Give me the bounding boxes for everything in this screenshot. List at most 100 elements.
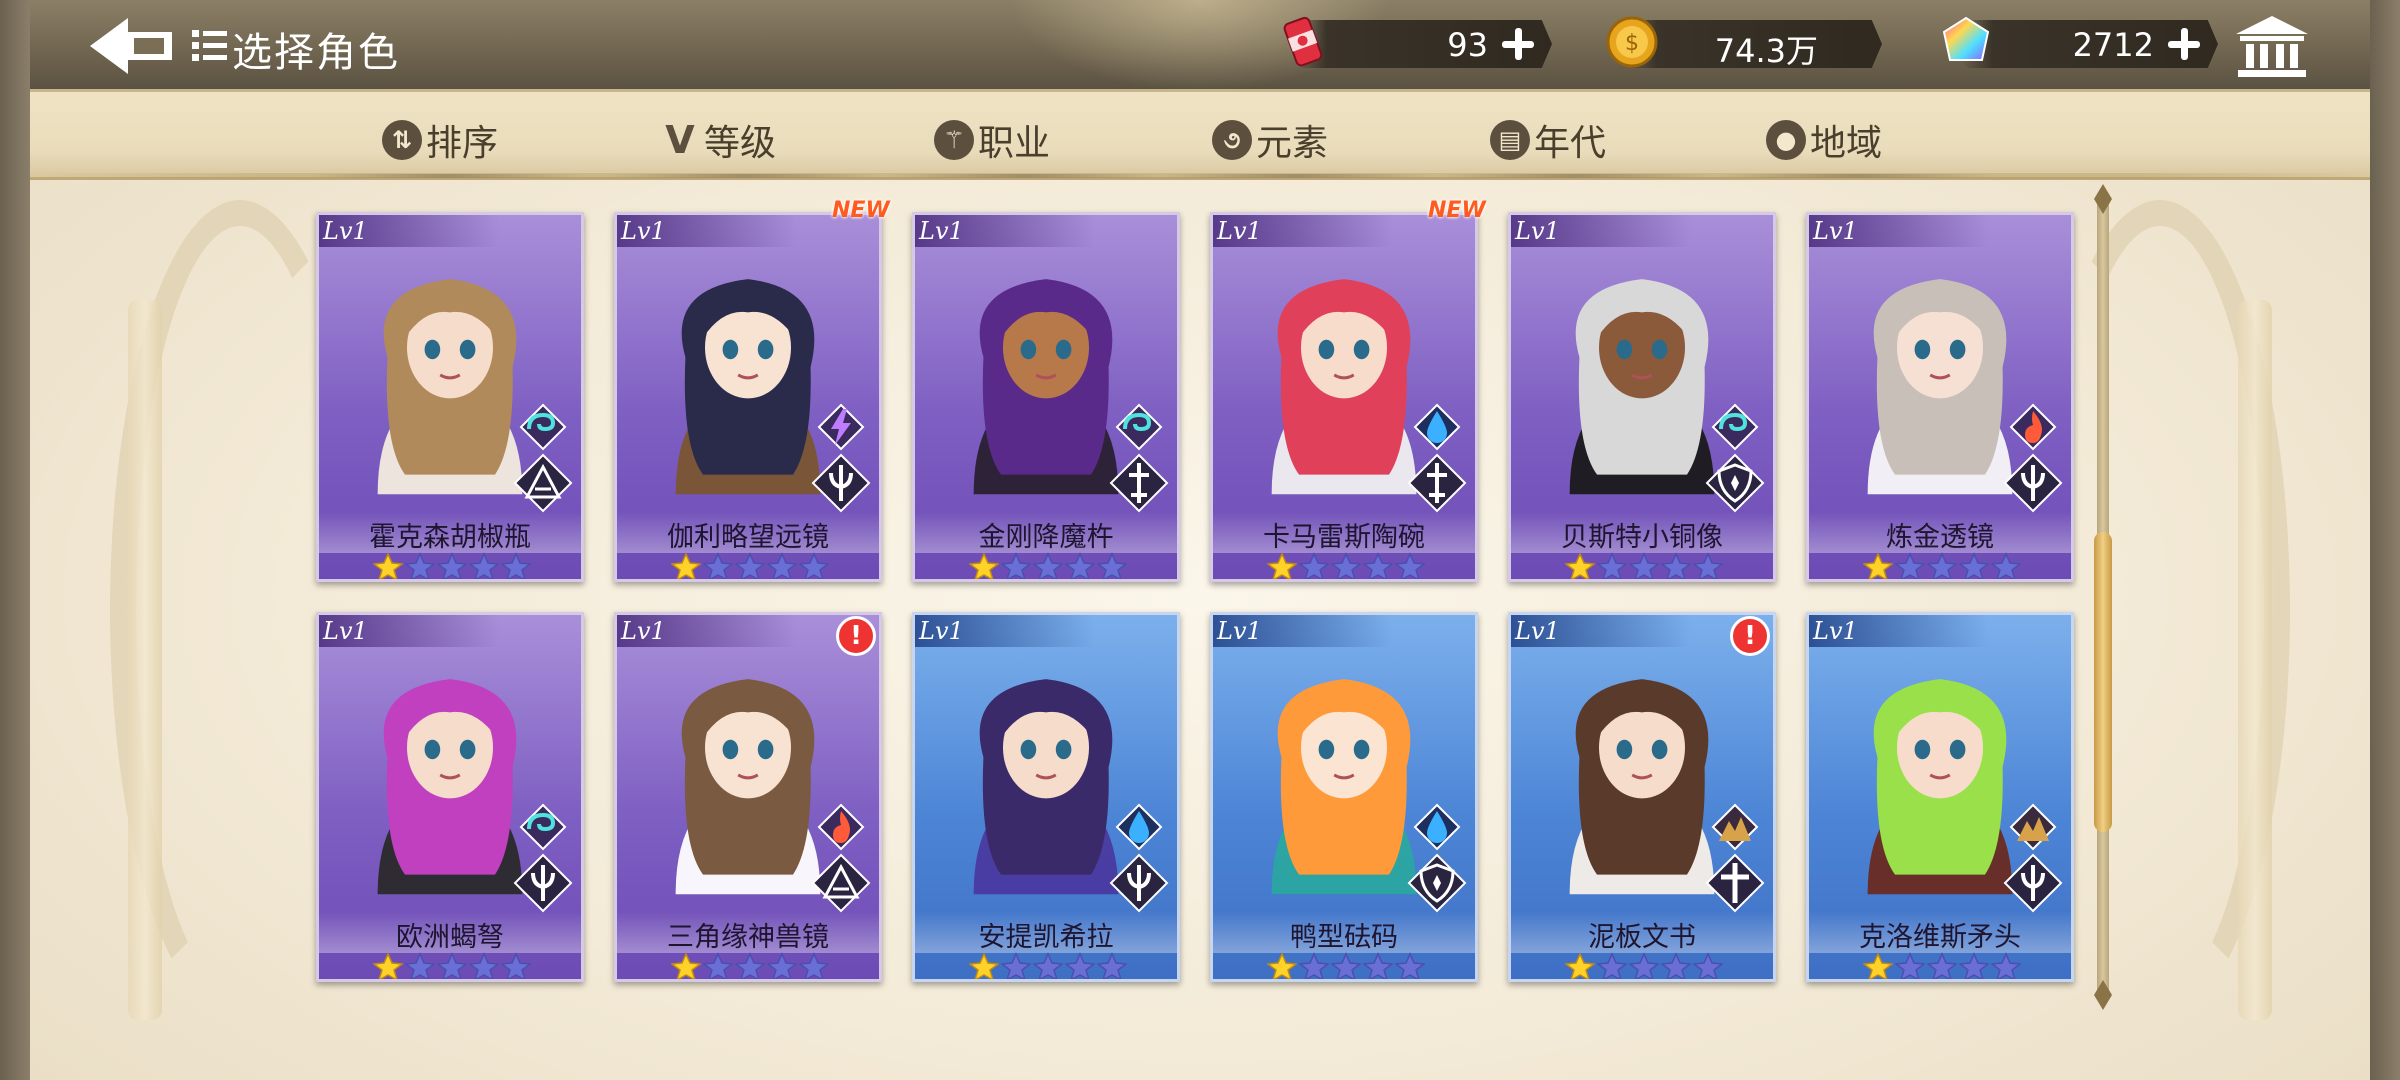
new-badge: NEW <box>832 198 890 223</box>
class-shield-icon <box>1705 453 1765 513</box>
tab-element[interactable]: ૭ 元素 <box>1212 116 1328 164</box>
character-card[interactable]: Lv1 霍克森胡椒瓶 <box>316 212 584 582</box>
star-filled-icon <box>373 552 403 579</box>
star-rating <box>373 952 531 979</box>
character-name: 金刚降魔杵 <box>978 522 1114 553</box>
level-label: Lv1 <box>319 615 499 647</box>
character-name: 贝斯特小铜像 <box>1561 522 1723 553</box>
scroll-cap-icon <box>2094 980 2112 1010</box>
star-empty-icon <box>1065 952 1095 979</box>
scroll-cap-icon <box>2094 184 2112 214</box>
star-empty-icon <box>1629 952 1659 979</box>
level-label: Lv1 <box>1809 615 1989 647</box>
star-empty-icon <box>1299 952 1329 979</box>
tab-class[interactable]: ⚚ 职业 <box>934 116 1050 164</box>
level-label: Lv1 <box>1809 215 1989 247</box>
star-empty-icon <box>1097 552 1127 579</box>
star-filled-icon <box>671 552 701 579</box>
star-empty-icon <box>799 952 829 979</box>
character-card[interactable]: Lv1 卡马雷斯陶碗 <box>1210 212 1478 582</box>
star-filled-icon <box>671 952 701 979</box>
element-earth-icon <box>1711 803 1759 851</box>
character-name: 泥板文书 <box>1588 922 1696 953</box>
character-card[interactable]: Lv1 克洛维斯矛头 <box>1806 612 2074 982</box>
tab-divider <box>1440 174 1710 178</box>
tab-divider <box>312 174 582 178</box>
tab-level[interactable]: V 等级 <box>660 116 776 164</box>
character-card[interactable]: Lv1 鸭型砝码 <box>1210 612 1478 982</box>
star-empty-icon <box>1331 952 1361 979</box>
star-empty-icon <box>1033 952 1063 979</box>
class-trident-icon <box>2003 453 2063 513</box>
star-empty-icon <box>767 952 797 979</box>
class-trident-icon <box>2003 853 2063 913</box>
element-water-icon <box>1413 403 1461 451</box>
star-empty-icon <box>799 552 829 579</box>
star-filled-icon <box>1267 952 1297 979</box>
character-card[interactable]: Lv1 三角缘神兽镜 <box>614 612 882 982</box>
back-button[interactable] <box>86 14 176 78</box>
tab-region-label: 地域 <box>1810 123 1883 164</box>
class-shield-icon <box>1407 853 1467 913</box>
sort-icon: ⇅ <box>382 120 422 160</box>
level-label: Lv1 <box>1213 615 1393 647</box>
character-name: 卡马雷斯陶碗 <box>1263 522 1425 553</box>
tab-region[interactable]: ● 地域 <box>1766 116 1882 164</box>
star-empty-icon <box>703 552 733 579</box>
level-label: Lv1 <box>319 215 499 247</box>
gold-value: 74.3万 <box>1714 32 1818 70</box>
star-empty-icon <box>1693 552 1723 579</box>
star-empty-icon <box>1395 552 1425 579</box>
character-card[interactable]: Lv1 金刚降魔杵 <box>912 212 1180 582</box>
tab-class-label: 职业 <box>978 123 1051 164</box>
star-empty-icon <box>1065 552 1095 579</box>
character-card[interactable]: Lv1 泥板文书 <box>1508 612 1776 982</box>
level-icon: V <box>665 118 695 162</box>
element-water-icon <box>1413 803 1461 851</box>
star-empty-icon <box>1597 952 1627 979</box>
element-fire-icon <box>2009 403 2057 451</box>
character-card[interactable]: Lv1 炼金透镜 <box>1806 212 2074 582</box>
star-empty-icon <box>1395 952 1425 979</box>
star-empty-icon <box>1363 552 1393 579</box>
class-cross-icon <box>1705 853 1765 913</box>
class-trident-icon <box>1109 853 1169 913</box>
add-gem-button[interactable] <box>2164 24 2204 64</box>
star-rating <box>1565 552 1723 579</box>
character-card[interactable]: Lv1 安提凯希拉 <box>912 612 1180 982</box>
star-empty-icon <box>469 952 499 979</box>
character-name: 霍克森胡椒瓶 <box>369 522 531 553</box>
star-filled-icon <box>373 952 403 979</box>
star-empty-icon <box>405 552 435 579</box>
alert-badge: ! <box>1730 616 1770 656</box>
tab-divider <box>610 174 880 178</box>
energy-can-icon <box>1283 16 1323 67</box>
level-label: Lv1 <box>915 615 1095 647</box>
star-empty-icon <box>1299 552 1329 579</box>
class-triangle-icon <box>513 453 573 513</box>
back-arrow-icon <box>90 18 172 74</box>
star-empty-icon <box>1661 552 1691 579</box>
star-empty-icon <box>1991 952 2021 979</box>
tab-era[interactable]: ▤ 年代 <box>1490 116 1606 164</box>
class-triangle-icon <box>811 853 871 913</box>
star-rating <box>373 552 531 579</box>
class-trident-icon <box>811 453 871 513</box>
add-energy-button[interactable] <box>1498 24 1538 64</box>
character-card[interactable]: Lv1 欧洲蝎弩 <box>316 612 584 982</box>
left-frame <box>0 0 30 1080</box>
element-wind-icon <box>1115 403 1163 451</box>
tab-sort[interactable]: ⇅ 排序 <box>382 116 498 164</box>
star-empty-icon <box>1363 952 1393 979</box>
bank-icon[interactable] <box>2234 14 2310 80</box>
star-empty-icon <box>1991 552 2021 579</box>
star-empty-icon <box>1001 552 1031 579</box>
scrollbar-thumb[interactable] <box>2094 532 2112 832</box>
star-empty-icon <box>501 952 531 979</box>
character-card[interactable]: Lv1 伽利略望远镜 <box>614 212 882 582</box>
gem-value: 2712 <box>2072 26 2154 64</box>
star-empty-icon <box>1331 552 1361 579</box>
star-filled-icon <box>1267 552 1297 579</box>
alert-badge: ! <box>836 616 876 656</box>
character-card[interactable]: Lv1 贝斯特小铜像 <box>1508 212 1776 582</box>
